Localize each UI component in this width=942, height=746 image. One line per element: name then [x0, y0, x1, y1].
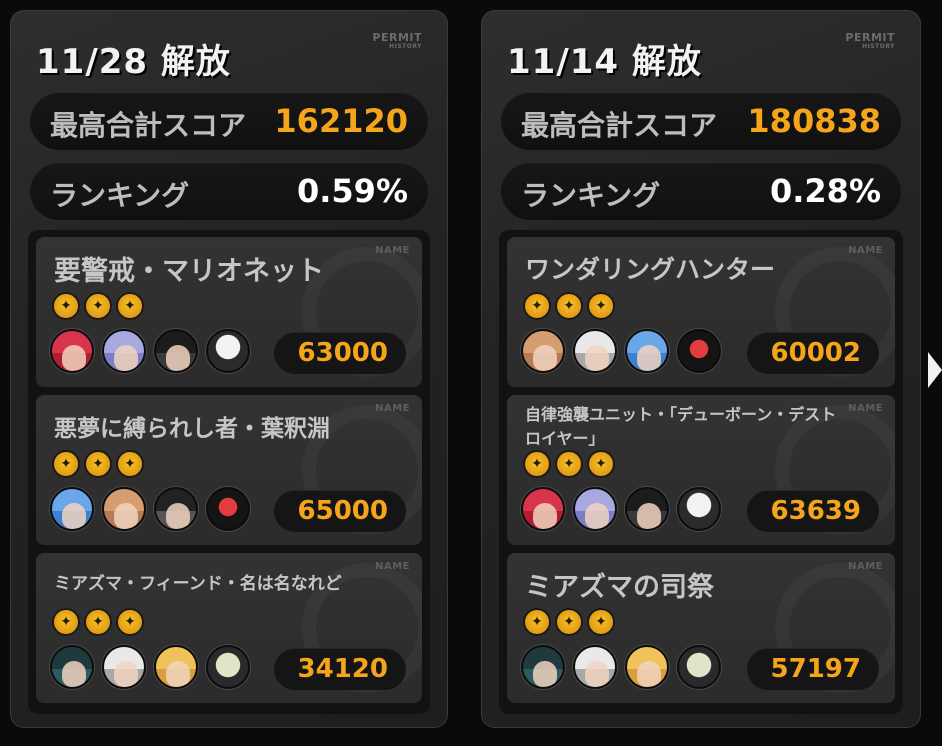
stage-name: 自律強襲ユニット・「デューボーン・デストロイヤー」	[525, 405, 837, 448]
star-medal-icon: ✦	[589, 294, 613, 318]
star-rating: ✦ ✦ ✦	[525, 294, 613, 318]
character-avatar[interactable]	[573, 329, 617, 373]
ranking-value: 0.59%	[296, 172, 408, 210]
stage-score: 57197	[747, 648, 879, 690]
character-avatar[interactable]	[625, 487, 669, 531]
total-score-label: 最高合計スコア	[521, 109, 718, 142]
team-avatars	[50, 645, 250, 689]
total-score-bar: 最高合計スコア 162120	[30, 92, 428, 150]
character-avatar[interactable]	[677, 487, 721, 531]
history-panel-1114: 11/14 解放 PERMIT HISTORY 最高合計スコア 180838 ラ…	[481, 10, 921, 728]
star-rating: ✦ ✦ ✦	[54, 610, 142, 634]
character-avatar[interactable]	[521, 329, 565, 373]
total-score-bar: 最高合計スコア 180838	[501, 92, 901, 150]
stage-score: 63639	[747, 490, 879, 532]
star-medal-icon: ✦	[525, 294, 549, 318]
character-avatar[interactable]	[50, 487, 94, 531]
star-medal-icon: ✦	[86, 294, 110, 318]
character-avatar[interactable]	[206, 645, 250, 689]
ranking-value: 0.28%	[769, 172, 881, 210]
ranking-bar: ランキング 0.28%	[501, 162, 901, 220]
star-medal-icon: ✦	[118, 452, 142, 476]
total-score-label: 最高合計スコア	[50, 109, 247, 142]
stage-name: ワンダリングハンター	[525, 255, 776, 284]
character-avatar[interactable]	[521, 487, 565, 531]
character-avatar[interactable]	[102, 487, 146, 531]
name-badge: NAME	[848, 245, 883, 256]
star-rating: ✦ ✦ ✦	[525, 452, 613, 476]
total-score-value: 162120	[274, 102, 408, 140]
star-medal-icon: ✦	[118, 610, 142, 634]
total-score-value: 180838	[747, 102, 881, 140]
character-avatar[interactable]	[573, 645, 617, 689]
character-avatar[interactable]	[50, 329, 94, 373]
name-badge: NAME	[375, 403, 410, 414]
character-avatar[interactable]	[625, 329, 669, 373]
star-medal-icon: ✦	[54, 294, 78, 318]
character-avatar[interactable]	[102, 329, 146, 373]
star-medal-icon: ✦	[525, 452, 549, 476]
star-medal-icon: ✦	[54, 452, 78, 476]
star-rating: ✦ ✦ ✦	[54, 294, 142, 318]
stage-score: 34120	[274, 648, 406, 690]
stage-card[interactable]: NAME 自律強襲ユニット・「デューボーン・デストロイヤー」 ✦ ✦ ✦ 636…	[507, 395, 895, 545]
team-avatars	[521, 645, 721, 689]
permit-badge: PERMIT HISTORY	[372, 31, 422, 50]
stage-card[interactable]: NAME 悪夢に縛られし者・葉釈淵 ✦ ✦ ✦ 65000	[36, 395, 422, 545]
star-medal-icon: ✦	[525, 610, 549, 634]
name-badge: NAME	[848, 403, 883, 414]
stage-card[interactable]: NAME ワンダリングハンター ✦ ✦ ✦ 60002	[507, 237, 895, 387]
panel-date: 11/14 解放	[507, 42, 702, 82]
character-avatar[interactable]	[677, 329, 721, 373]
permit-badge: PERMIT HISTORY	[845, 31, 895, 50]
star-medal-icon: ✦	[86, 452, 110, 476]
stage-name: ミアズマ・フィーンド・名は名なれど	[54, 574, 342, 594]
panel-date: 11/28 解放	[36, 42, 231, 82]
stage-score: 65000	[274, 490, 406, 532]
name-badge: NAME	[375, 245, 410, 256]
history-panel-1128: 11/28 解放 PERMIT HISTORY 最高合計スコア 162120 ラ…	[10, 10, 448, 728]
name-badge: NAME	[375, 561, 410, 572]
character-avatar[interactable]	[521, 645, 565, 689]
star-rating: ✦ ✦ ✦	[54, 452, 142, 476]
stage-name: ミアズマの司祭	[525, 572, 714, 603]
star-medal-icon: ✦	[557, 610, 581, 634]
star-medal-icon: ✦	[589, 610, 613, 634]
stage-score: 63000	[274, 332, 406, 374]
stage-name: 悪夢に縛られし者・葉釈淵	[54, 416, 330, 442]
ranking-bar: ランキング 0.59%	[30, 162, 428, 220]
stage-name: 要警戒・マリオネット	[54, 256, 324, 287]
team-avatars	[521, 487, 721, 531]
name-badge: NAME	[848, 561, 883, 572]
star-medal-icon: ✦	[118, 294, 142, 318]
character-avatar[interactable]	[677, 645, 721, 689]
character-avatar[interactable]	[154, 645, 198, 689]
star-medal-icon: ✦	[54, 610, 78, 634]
star-rating: ✦ ✦ ✦	[525, 610, 613, 634]
stage-card[interactable]: NAME ミアズマ・フィーンド・名は名なれど ✦ ✦ ✦ 34120	[36, 553, 422, 703]
team-avatars	[50, 487, 250, 531]
stage-card[interactable]: NAME 要警戒・マリオネット ✦ ✦ ✦ 63000	[36, 237, 422, 387]
star-medal-icon: ✦	[557, 452, 581, 476]
stage-list: NAME 要警戒・マリオネット ✦ ✦ ✦ 63000 NAME 悪夢に縛られし…	[28, 230, 430, 714]
character-avatar[interactable]	[573, 487, 617, 531]
star-medal-icon: ✦	[589, 452, 613, 476]
character-avatar[interactable]	[206, 329, 250, 373]
team-avatars	[521, 329, 721, 373]
character-avatar[interactable]	[154, 487, 198, 531]
stage-score: 60002	[747, 332, 879, 374]
ranking-label: ランキング	[521, 179, 661, 212]
team-avatars	[50, 329, 250, 373]
next-arrow-icon[interactable]	[928, 352, 942, 388]
stage-card[interactable]: NAME ミアズマの司祭 ✦ ✦ ✦ 57197	[507, 553, 895, 703]
character-avatar[interactable]	[206, 487, 250, 531]
character-avatar[interactable]	[50, 645, 94, 689]
character-avatar[interactable]	[102, 645, 146, 689]
stage-list: NAME ワンダリングハンター ✦ ✦ ✦ 60002 NAME 自律強襲ユニッ…	[499, 230, 903, 714]
character-avatar[interactable]	[154, 329, 198, 373]
character-avatar[interactable]	[625, 645, 669, 689]
star-medal-icon: ✦	[86, 610, 110, 634]
ranking-label: ランキング	[50, 179, 190, 212]
star-medal-icon: ✦	[557, 294, 581, 318]
